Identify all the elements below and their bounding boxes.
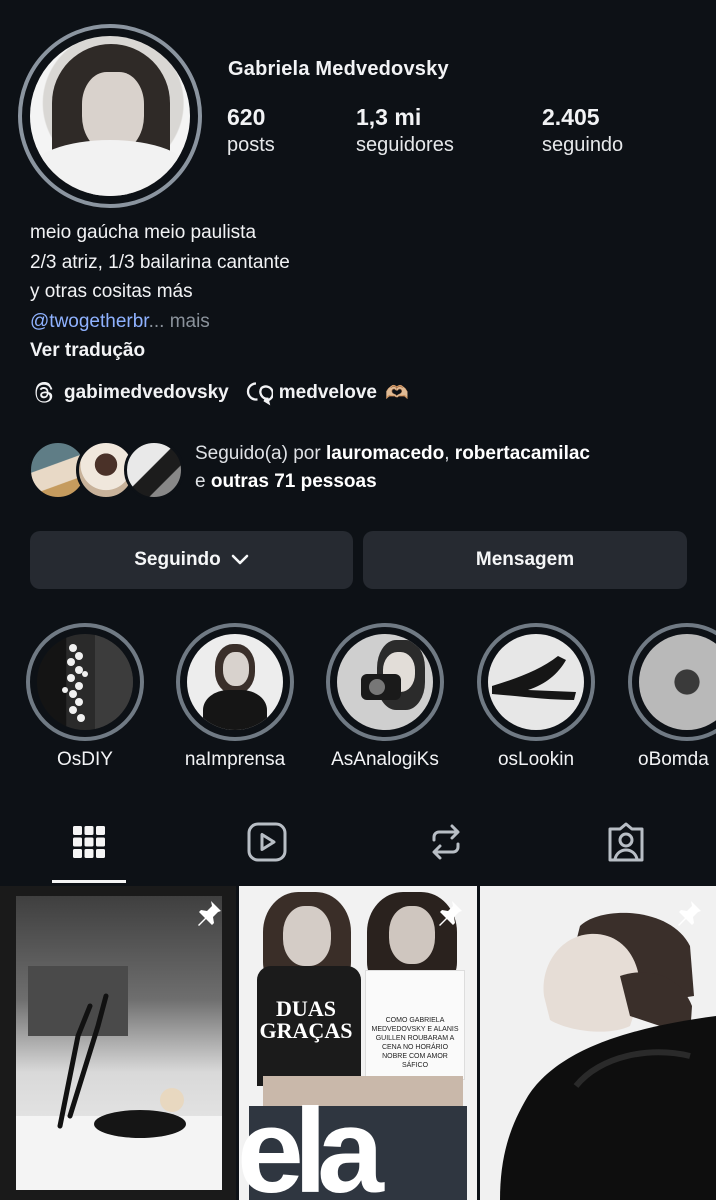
grid-icon xyxy=(71,824,107,865)
following-button-label: Seguindo xyxy=(134,549,221,570)
profile-avatar-ring[interactable] xyxy=(18,24,202,208)
post-caption: COMO GABRIELA MEDVEDOVSKY E ALANIS GUILL… xyxy=(371,1017,459,1069)
highlight-label: oBomda xyxy=(638,749,709,770)
following-button[interactable]: Seguindo xyxy=(30,531,353,589)
profile-name: Gabriela Medvedovsky xyxy=(228,58,449,80)
highlight-cover xyxy=(337,634,433,730)
followed-by-others: outras 71 pessoas xyxy=(210,471,377,492)
mutual-followers-avatars[interactable] xyxy=(28,440,184,500)
stat-followers-count: 1,3 mi xyxy=(356,104,422,130)
highlight-cover xyxy=(37,634,133,730)
grid-post[interactable] xyxy=(480,886,716,1200)
pin-icon xyxy=(194,898,224,933)
tab-reposts[interactable] xyxy=(424,822,468,866)
pin-icon xyxy=(435,898,465,933)
see-translation-link[interactable]: Ver tradução xyxy=(30,336,290,366)
bio-more-link[interactable]: ... mais xyxy=(149,311,210,332)
bio-line: meio gaúcha meio paulista xyxy=(30,222,257,243)
mutual-avatar xyxy=(124,440,184,500)
stat-followers-label: seguidores xyxy=(356,134,454,156)
highlight-cover xyxy=(488,634,584,730)
tab-reels[interactable] xyxy=(245,822,289,866)
followed-by-separator: , xyxy=(444,443,455,464)
highlight-item[interactable]: osLookin xyxy=(477,623,595,771)
reposts-icon xyxy=(426,822,466,867)
followed-by-prefix: Seguido(a) por xyxy=(195,443,326,464)
message-button-label: Mensagem xyxy=(475,549,575,570)
tab-tagged[interactable] xyxy=(604,822,648,866)
highlight-item[interactable]: AsAnalogiKs xyxy=(326,623,444,771)
highlight-label: naImprensa xyxy=(184,749,286,770)
highlight-label: OsDIY xyxy=(57,749,113,770)
post-headline: DUAS xyxy=(276,996,336,1021)
grid-post[interactable]: DUAS GRAÇAS COMO GABRIELA MEDVEDOVSKY E … xyxy=(239,886,477,1200)
followed-by-user: lauromacedo xyxy=(325,443,445,464)
tab-grid[interactable] xyxy=(67,822,111,866)
post-headline: GRAÇAS xyxy=(259,1018,353,1043)
grid-post[interactable] xyxy=(0,886,236,1200)
bio: meio gaúcha meio paulista 2/3 atriz, 1/3… xyxy=(30,218,290,366)
highlight-label: AsAnalogiKs xyxy=(331,749,439,770)
stat-following-count: 2.405 xyxy=(542,104,600,130)
pin-icon xyxy=(674,898,704,933)
profile-avatar xyxy=(30,36,190,196)
highlight-label: osLookin xyxy=(497,749,575,770)
magazine-logo: ela xyxy=(239,1084,384,1200)
followed-by-text[interactable]: Seguido(a) por lauromacedo, robertacamil… xyxy=(195,440,695,496)
bio-line: 2/3 atriz, 1/3 bailarina cantante xyxy=(30,251,290,273)
threads-handle-link[interactable]: gabimedvedovsky xyxy=(64,382,229,404)
active-tab-indicator xyxy=(52,880,126,883)
stat-posts[interactable]: 620 posts xyxy=(227,104,275,157)
highlight-item[interactable]: naImprensa xyxy=(176,623,294,771)
stat-posts-count: 620 xyxy=(227,104,266,130)
heart-hands-emoji: 🫶🏼 xyxy=(384,383,409,404)
stat-posts-label: posts xyxy=(227,134,275,156)
followed-by-and: e xyxy=(195,471,211,492)
chat-link-icon xyxy=(245,379,273,407)
stat-following[interactable]: 2.405 seguindo xyxy=(542,104,623,157)
secondary-handle-link[interactable]: medvelove xyxy=(279,382,377,404)
message-button[interactable]: Mensagem xyxy=(363,531,687,589)
stat-followers[interactable]: 1,3 mi seguidores xyxy=(356,104,454,157)
profile-links-row: gabimedvedovsky medvelove 🫶🏼 xyxy=(30,379,409,407)
stat-following-label: seguindo xyxy=(542,134,624,156)
bio-line: y otras cositas más xyxy=(30,281,193,302)
threads-icon xyxy=(30,379,58,407)
tagged-icon xyxy=(605,821,647,868)
followed-by-user: robertacamilac xyxy=(454,443,590,464)
chevron-down-icon xyxy=(231,554,249,566)
highlight-cover xyxy=(187,634,283,730)
reels-icon xyxy=(246,821,288,868)
highlight-cover xyxy=(639,634,716,730)
highlight-item[interactable]: oBomda xyxy=(628,623,716,771)
highlight-item[interactable]: OsDIY xyxy=(26,623,144,771)
bio-mention-link[interactable]: @twogetherbr xyxy=(30,311,149,332)
